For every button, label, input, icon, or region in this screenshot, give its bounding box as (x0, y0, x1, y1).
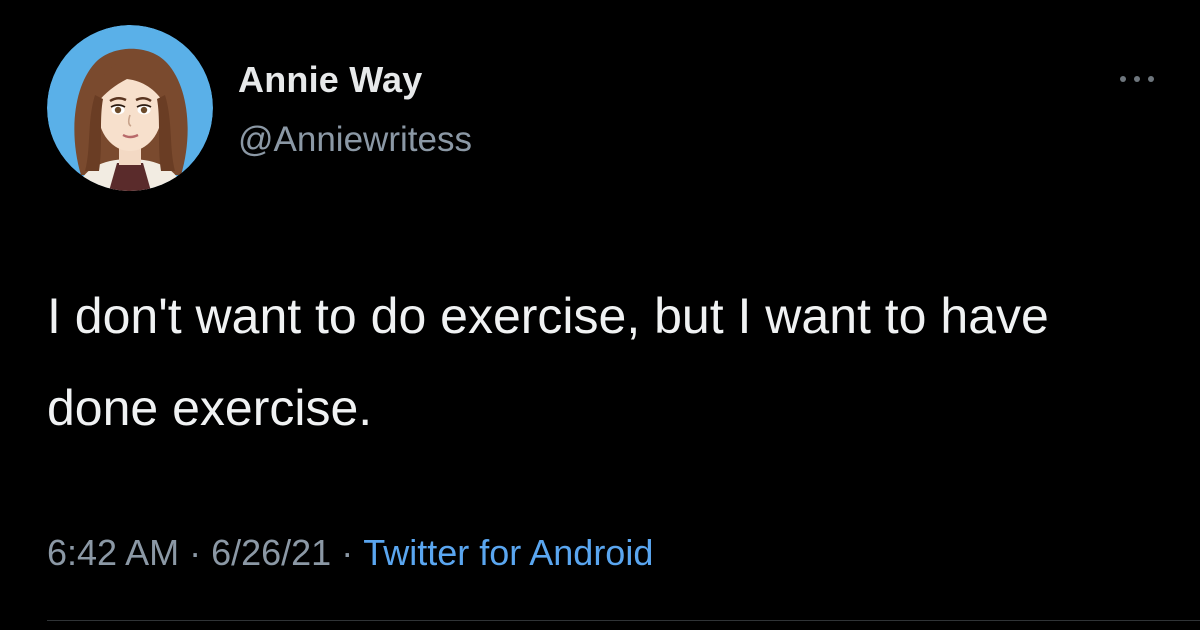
tweet-card: Annie Way @Anniewritess I don't want to … (0, 0, 1200, 630)
separator-dot: · (341, 532, 354, 573)
tweet-date[interactable]: 6/26/21 (211, 532, 331, 573)
display-name[interactable]: Annie Way (238, 58, 423, 102)
cartoon-woman-avatar-icon (47, 25, 213, 191)
tweet-source-link[interactable]: Twitter for Android (363, 532, 653, 573)
tweet-metadata: 6:42 AM · 6/26/21 · Twitter for Android (47, 528, 653, 578)
avatar[interactable] (47, 25, 213, 191)
more-options-button[interactable] (1108, 64, 1166, 94)
tweet-text: I don't want to do exercise, but I want … (47, 288, 1049, 436)
divider (47, 620, 1200, 621)
more-horizontal-icon (1120, 76, 1154, 82)
tweet-time[interactable]: 6:42 AM (47, 532, 179, 573)
user-handle[interactable]: @Anniewritess (238, 118, 472, 162)
separator-dot: · (189, 532, 202, 573)
